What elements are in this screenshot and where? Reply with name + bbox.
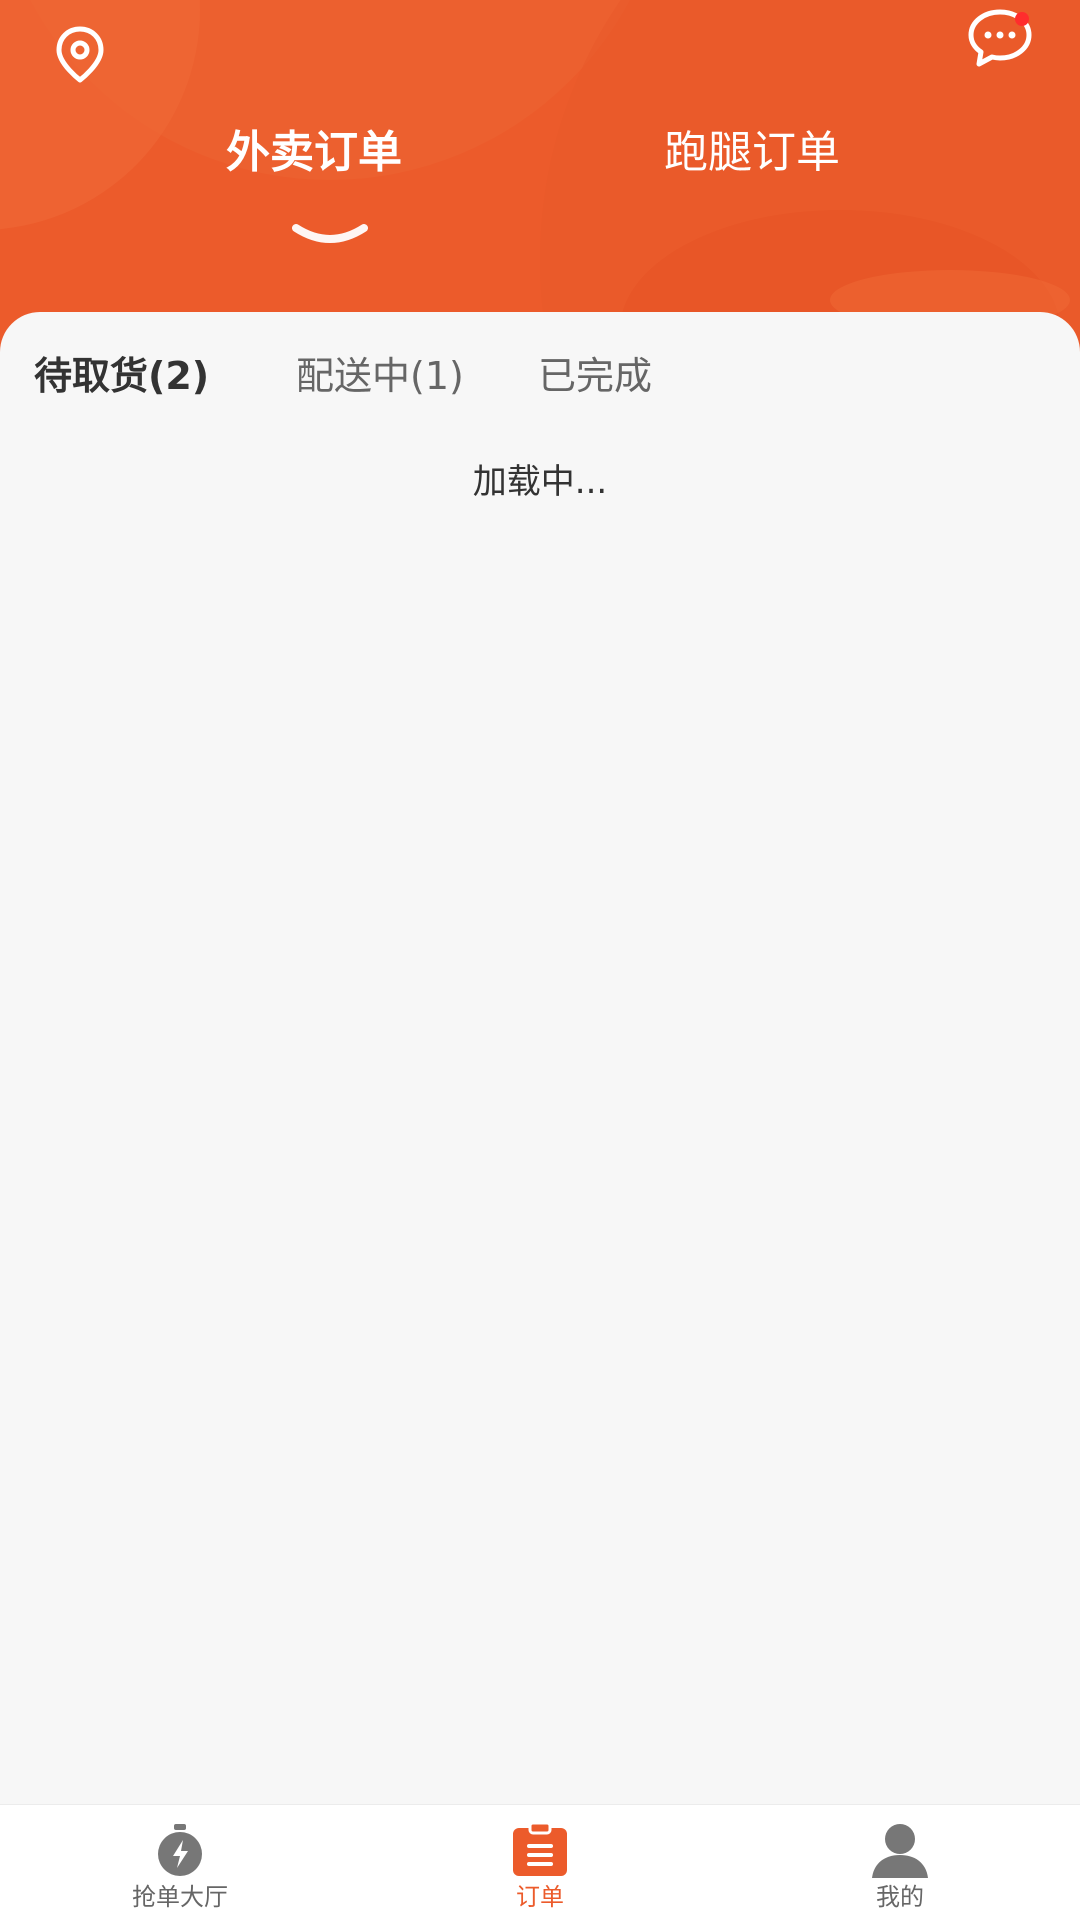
tab-takeout-orders[interactable]: 外卖订单 [226, 118, 402, 188]
orders-content: 待取货(2) 配送中(1) 已完成 加载中... [0, 312, 1080, 1804]
nav-label-orders: 订单 [516, 1883, 564, 1911]
nav-grab-order-hall[interactable]: 抢单大厅 [0, 1805, 360, 1920]
order-page: 外卖订单 跑腿订单 待取货(2) 配送中(1) 已完成 加载中... 抢单大厅 [0, 0, 1080, 1920]
location-button[interactable] [44, 16, 116, 96]
message-button[interactable] [964, 6, 1036, 74]
tab-pending-pickup[interactable]: 待取货(2) [34, 346, 209, 406]
profile-icon [870, 1821, 930, 1879]
nav-profile[interactable]: 我的 [720, 1805, 1080, 1920]
active-tab-indicator [292, 224, 368, 243]
header-background-decoration [0, 0, 1080, 360]
nav-label-profile: 我的 [876, 1883, 924, 1911]
nav-orders[interactable]: 订单 [360, 1805, 720, 1920]
tab-errand-orders[interactable]: 跑腿订单 [664, 118, 840, 188]
header: 外卖订单 跑腿订单 [0, 0, 1080, 360]
nav-label-grab-order-hall: 抢单大厅 [132, 1883, 228, 1911]
bottom-navigation: 抢单大厅 订单 我的 [0, 1804, 1080, 1920]
grab-order-icon [150, 1821, 210, 1879]
tab-completed[interactable]: 已完成 [538, 346, 652, 406]
tab-delivering[interactable]: 配送中(1) [296, 346, 464, 406]
location-pin-icon [54, 25, 106, 87]
unread-dot [1015, 12, 1029, 26]
message-bubble-icon [966, 7, 1034, 73]
loading-indicator: 加载中... [472, 462, 608, 502]
order-status-tabs: 待取货(2) 配送中(1) 已完成 [0, 312, 1080, 432]
order-list-icon [510, 1821, 570, 1879]
